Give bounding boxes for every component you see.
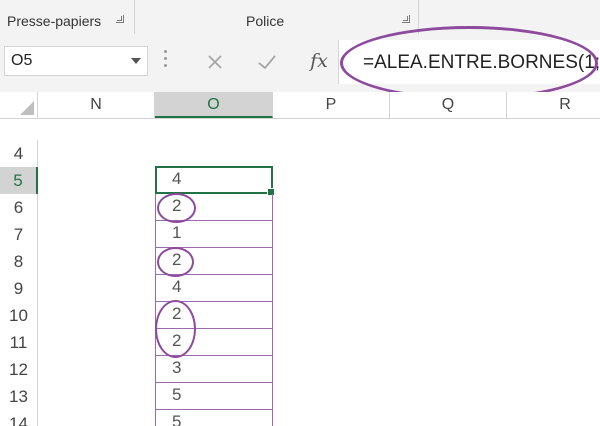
column-header-n[interactable]: N bbox=[38, 92, 155, 118]
cell-value: 2 bbox=[172, 196, 182, 215]
column-header-q[interactable]: Q bbox=[390, 92, 507, 118]
column-header-r[interactable]: R bbox=[507, 92, 600, 118]
cell-o6[interactable]: 2 bbox=[155, 194, 273, 221]
cell-o10[interactable]: 2 bbox=[155, 302, 273, 329]
cell-o13[interactable]: 5 bbox=[155, 383, 273, 410]
ribbon-group-clipboard-label: Presse-papiers bbox=[7, 13, 102, 29]
excel-window: Presse-papiers Police O5 fx =ALEA.ENTRE.… bbox=[0, 0, 600, 426]
cell-value: 5 bbox=[172, 412, 182, 426]
row-header-11[interactable]: 11 bbox=[0, 329, 38, 356]
cell-value: 4 bbox=[172, 169, 182, 188]
cell-value: 1 bbox=[172, 223, 182, 242]
cell-o12[interactable]: 3 bbox=[155, 356, 273, 383]
cell-value: 2 bbox=[172, 304, 182, 323]
ribbon: Presse-papiers Police bbox=[0, 0, 600, 35]
cell-o11[interactable]: 2 bbox=[155, 329, 273, 356]
clipboard-launcher-icon[interactable] bbox=[116, 15, 124, 23]
cell-o14[interactable]: 5 bbox=[155, 410, 273, 426]
column-header-row: N O P Q R bbox=[0, 92, 600, 119]
cell-value: 3 bbox=[172, 358, 182, 377]
name-box-value: O5 bbox=[11, 52, 33, 69]
row-header-10[interactable]: 10 bbox=[0, 302, 38, 329]
cell-value: 2 bbox=[172, 331, 182, 350]
column-header-o[interactable]: O bbox=[155, 92, 273, 118]
formula-text: =ALEA.ENTRE.BORNES(1;5) bbox=[363, 52, 600, 73]
cancel-button[interactable] bbox=[200, 48, 230, 74]
cell-o9[interactable]: 4 bbox=[155, 275, 273, 302]
cell-value: 4 bbox=[172, 277, 182, 296]
close-icon bbox=[208, 55, 222, 69]
row-header-6[interactable]: 6 bbox=[0, 194, 38, 221]
name-box[interactable]: O5 bbox=[4, 46, 148, 76]
row-header-4[interactable]: 4 bbox=[0, 140, 38, 167]
cell-value: 5 bbox=[172, 385, 182, 404]
cell-value: 2 bbox=[172, 250, 182, 269]
formula-bar: O5 fx =ALEA.ENTRE.BORNES(1;5) bbox=[0, 34, 600, 92]
select-all-button[interactable] bbox=[0, 92, 38, 118]
checkmark-icon bbox=[258, 55, 276, 70]
cell-o7[interactable]: 1 bbox=[155, 221, 273, 248]
column-header-p[interactable]: P bbox=[273, 92, 390, 118]
row-header-5[interactable]: 5 bbox=[0, 167, 38, 194]
row-header-9[interactable]: 9 bbox=[0, 275, 38, 302]
chevron-down-icon[interactable] bbox=[131, 58, 141, 64]
row-header-14[interactable]: 14 bbox=[0, 410, 38, 426]
formula-input[interactable]: =ALEA.ENTRE.BORNES(1;5) bbox=[338, 40, 600, 84]
cell-o8[interactable]: 2 bbox=[155, 248, 273, 275]
insert-function-button[interactable]: fx bbox=[304, 48, 334, 74]
enter-button[interactable] bbox=[252, 48, 282, 74]
row-header-7[interactable]: 7 bbox=[0, 221, 38, 248]
ribbon-separator bbox=[418, 0, 419, 34]
font-launcher-icon[interactable] bbox=[402, 15, 410, 23]
drag-handle-icon[interactable] bbox=[164, 50, 168, 72]
ribbon-group-font-label: Police bbox=[246, 13, 285, 29]
cell-o5[interactable]: 4 bbox=[155, 166, 275, 196]
row-header-12[interactable]: 12 bbox=[0, 356, 38, 383]
row-header-13[interactable]: 13 bbox=[0, 383, 38, 410]
ribbon-separator bbox=[134, 0, 135, 34]
row-header-8[interactable]: 8 bbox=[0, 248, 38, 275]
select-all-icon bbox=[20, 101, 34, 115]
